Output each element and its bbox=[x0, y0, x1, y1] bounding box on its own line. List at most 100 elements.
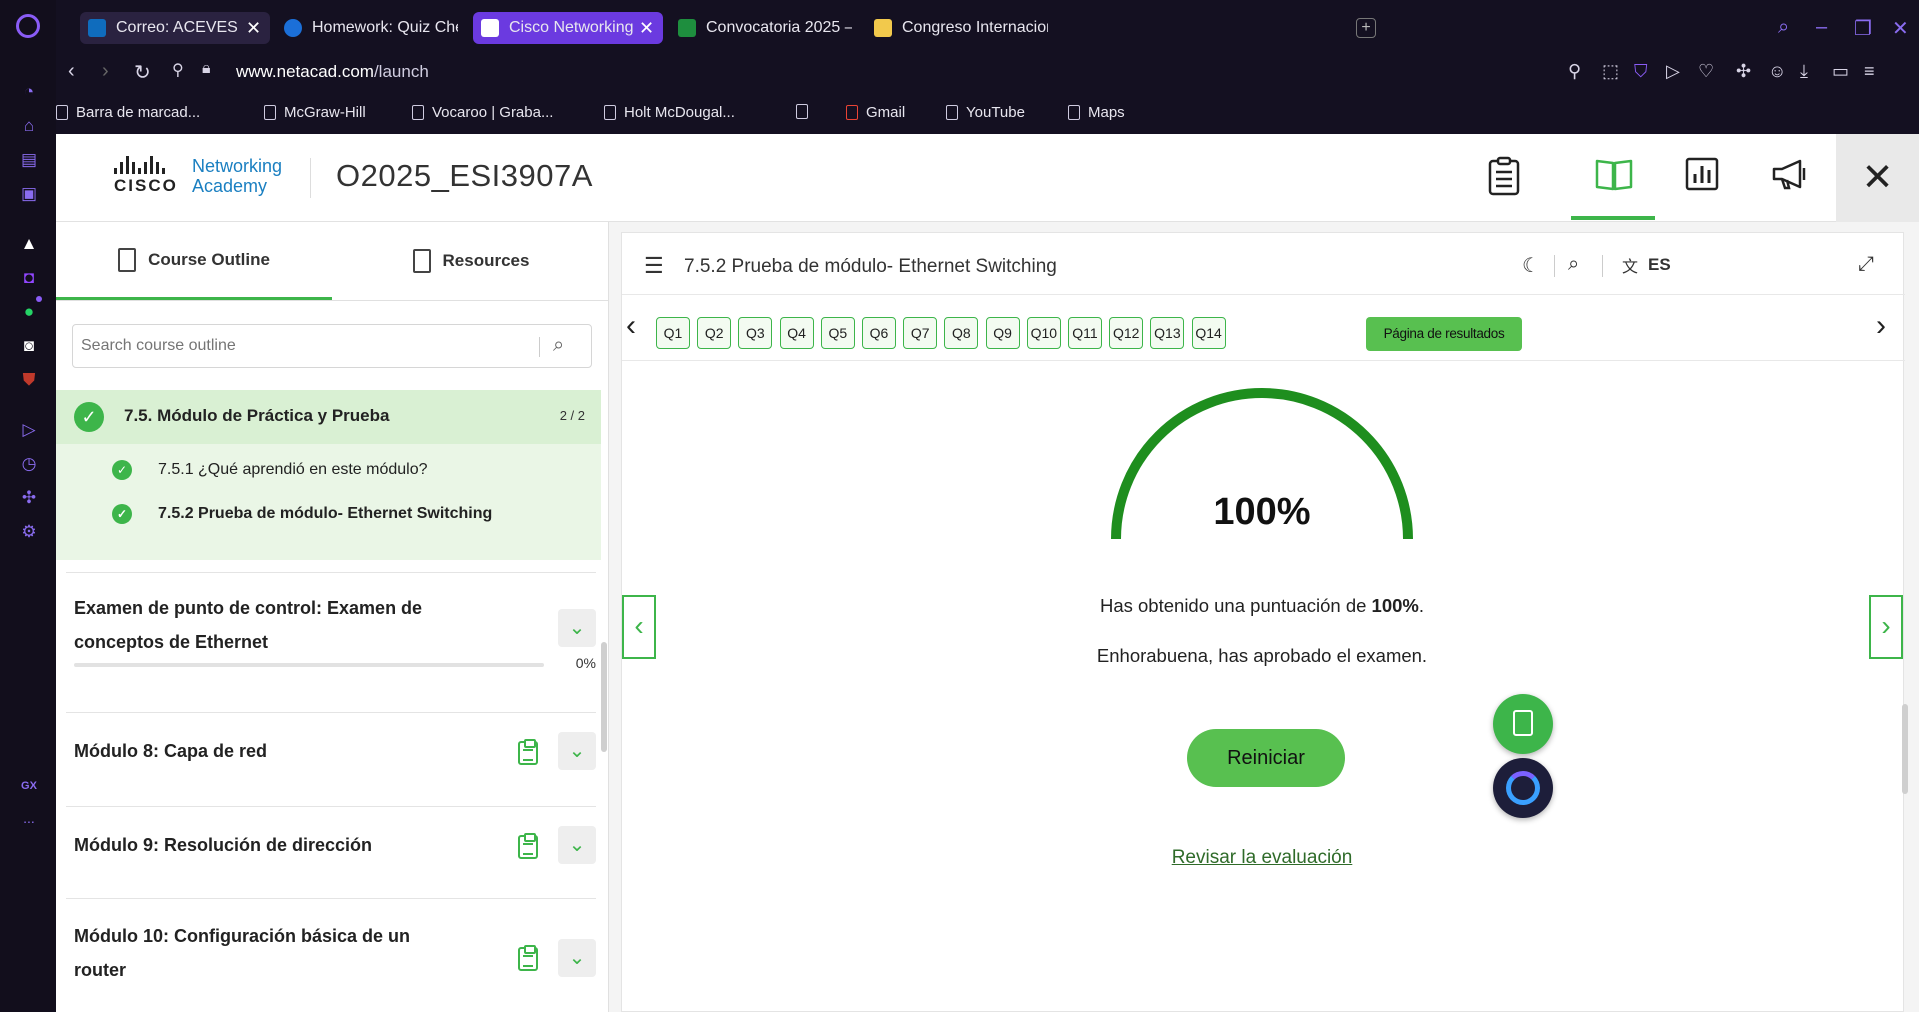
question-button[interactable]: Q1 bbox=[656, 317, 690, 349]
bookmark-blank[interactable] bbox=[796, 104, 816, 119]
outline-scrollbar[interactable] bbox=[601, 642, 607, 752]
question-button[interactable]: Q4 bbox=[779, 317, 814, 349]
question-button[interactable]: Q5 bbox=[820, 317, 855, 349]
search-outline-box[interactable]: ⌕ bbox=[72, 324, 592, 368]
ublock-icon[interactable]: ⛊ bbox=[19, 370, 39, 390]
more-icon[interactable]: ... bbox=[19, 808, 39, 828]
question-button[interactable]: Q14 bbox=[1191, 317, 1226, 349]
tab-outlook[interactable]: Correo: ACEVES SOLIS ✕ bbox=[80, 12, 270, 44]
player-icon[interactable]: ▷ bbox=[19, 420, 39, 440]
history-icon[interactable]: ◷ bbox=[19, 454, 39, 474]
review-assessment-link[interactable]: Revisar la evaluación bbox=[1052, 847, 1472, 869]
forward-icon[interactable]: › bbox=[102, 60, 109, 83]
bookmark-mcgraw[interactable]: McGraw-Hill bbox=[264, 104, 366, 121]
search-icon[interactable]: ⌕ bbox=[553, 334, 564, 357]
opera-gx-logo-icon[interactable] bbox=[16, 14, 40, 38]
tab-congreso[interactable]: Congreso Internacional de bbox=[866, 12, 1056, 44]
book-icon[interactable] bbox=[1594, 156, 1634, 200]
settings-gear-icon[interactable]: ⚙ bbox=[19, 522, 39, 542]
heart-icon[interactable]: ♡ bbox=[1698, 61, 1714, 82]
search-tabs-icon[interactable]: ⌕ bbox=[1778, 16, 1789, 39]
collapse-menu-icon[interactable]: ☰ bbox=[644, 253, 664, 279]
close-tab-icon[interactable]: ✕ bbox=[246, 18, 261, 39]
bookmark-vocaroo[interactable]: Vocaroo | Graba... bbox=[412, 104, 553, 121]
send-icon[interactable]: ▷ bbox=[1666, 61, 1680, 82]
extensions-icon[interactable]: ✣ bbox=[19, 488, 39, 508]
minimize-icon[interactable]: – bbox=[1816, 16, 1827, 39]
lock-icon[interactable]: 🔒︎ bbox=[202, 60, 211, 78]
url-field[interactable]: www.netacad.com/launch bbox=[236, 62, 429, 82]
outline-item-module-9[interactable]: Módulo 9: Resolución de dirección ⌄ bbox=[66, 806, 596, 882]
page-scrollbar[interactable] bbox=[1902, 704, 1908, 794]
screenshot-icon[interactable]: ⬚ bbox=[1602, 61, 1619, 82]
outline-item-module-8[interactable]: Módulo 8: Capa de red ⌄ bbox=[66, 712, 596, 788]
gx-corner-icon[interactable]: ⌂ bbox=[19, 116, 39, 136]
new-tab-button[interactable]: + bbox=[1356, 18, 1376, 38]
tab-cisco[interactable]: Cisco Networking Ac ✕ bbox=[473, 12, 663, 44]
outline-subitem-active[interactable]: ✓ 7.5.2 Prueba de módulo- Ethernet Switc… bbox=[112, 504, 492, 524]
results-page-button[interactable]: Página de resultados bbox=[1366, 317, 1522, 351]
site-settings-icon[interactable]: ⚲ bbox=[172, 60, 184, 80]
reload-icon[interactable]: ↻ bbox=[134, 60, 151, 85]
tab-course-outline[interactable]: Course Outline bbox=[56, 222, 332, 300]
grades-chart-icon[interactable] bbox=[1682, 156, 1722, 200]
vpn-shield-icon[interactable]: ⛉ bbox=[1634, 61, 1648, 82]
tab-homework[interactable]: Homework: Quiz Check P bbox=[276, 12, 466, 44]
mcgraw-icon[interactable]: ▣ bbox=[19, 184, 39, 204]
question-button[interactable]: Q10 bbox=[1026, 317, 1061, 349]
question-button[interactable]: Q3 bbox=[738, 317, 773, 349]
outline-item-module-10[interactable]: Módulo 10: Configuración básica de un ro… bbox=[66, 898, 596, 1012]
back-icon[interactable]: ‹ bbox=[68, 60, 75, 83]
current-module-header[interactable]: ✓ 7.5. Módulo de Práctica y Prueba 2 / 2 bbox=[56, 390, 601, 444]
bookmark-maps[interactable]: Maps bbox=[1068, 104, 1125, 121]
dark-mode-moon-icon[interactable]: ☾ bbox=[1522, 253, 1540, 278]
bookmark-gmail[interactable]: Gmail bbox=[846, 104, 905, 121]
previous-page-arrow-icon[interactable]: ‹ bbox=[622, 595, 656, 659]
question-button[interactable]: Q12 bbox=[1109, 317, 1144, 349]
bookmark-youtube[interactable]: YouTube bbox=[946, 104, 1025, 121]
bookmark-holt[interactable]: Holt McDougal... bbox=[604, 104, 735, 121]
next-page-arrow-icon[interactable]: › bbox=[1869, 595, 1903, 659]
question-button[interactable]: Q13 bbox=[1150, 317, 1185, 349]
chevron-down-icon[interactable]: ⌄ bbox=[558, 609, 596, 647]
webex-beta-button[interactable] bbox=[1493, 758, 1553, 818]
language-selector[interactable]: ES bbox=[1648, 255, 1671, 275]
translate-icon[interactable]: 文 bbox=[1622, 253, 1638, 277]
close-tab-icon[interactable]: ✕ bbox=[639, 18, 654, 39]
window-close-icon[interactable]: ✕ bbox=[1892, 16, 1909, 41]
aria-ai-icon[interactable]: ▲ bbox=[19, 234, 39, 254]
discord-icon[interactable]: ◙ bbox=[19, 336, 39, 356]
clipboard-icon[interactable] bbox=[1484, 156, 1524, 200]
download-icon[interactable]: ⤓ bbox=[1800, 61, 1808, 82]
twitch-icon[interactable]: ◘ bbox=[19, 268, 39, 288]
battery-icon[interactable]: ▭ bbox=[1832, 61, 1849, 82]
floating-clipboard-button[interactable] bbox=[1493, 694, 1553, 754]
news-icon[interactable]: ▤ bbox=[19, 150, 39, 170]
cisco-logo[interactable]: CISCO bbox=[114, 156, 176, 196]
gx-label[interactable]: GX bbox=[19, 776, 39, 796]
tab-convocatoria[interactable]: Convocatoria 2025 – Con bbox=[670, 12, 860, 44]
question-button[interactable]: Q2 bbox=[697, 317, 732, 349]
question-button[interactable]: Q6 bbox=[862, 317, 896, 349]
close-course-icon[interactable]: ✕ bbox=[1836, 134, 1919, 222]
bookmark-folder[interactable]: Barra de marcad... bbox=[56, 104, 200, 121]
question-button[interactable]: Q7 bbox=[903, 317, 938, 349]
speed-dial-icon[interactable]: ◔ bbox=[19, 82, 39, 102]
prev-questions-icon[interactable]: ‹ bbox=[626, 309, 636, 343]
menu-icon[interactable]: ≡ bbox=[1864, 61, 1875, 82]
question-button[interactable]: Q8 bbox=[944, 317, 979, 349]
chevron-down-icon[interactable]: ⌄ bbox=[558, 939, 596, 977]
extensions-puzzle-icon[interactable]: ✣ bbox=[1736, 61, 1751, 82]
announcements-megaphone-icon[interactable] bbox=[1770, 156, 1810, 200]
question-button[interactable]: Q11 bbox=[1068, 317, 1102, 349]
tab-resources[interactable]: Resources bbox=[333, 222, 609, 300]
pin-icon[interactable]: ⚲ bbox=[1568, 61, 1581, 82]
outline-item-checkpoint-exam[interactable]: Examen de punto de control: Examen de co… bbox=[66, 572, 596, 684]
profile-icon[interactable]: ☺ bbox=[1768, 61, 1786, 82]
search-outline-input[interactable] bbox=[81, 337, 521, 355]
next-questions-icon[interactable]: › bbox=[1876, 309, 1886, 343]
maximize-icon[interactable]: ❐ bbox=[1854, 16, 1872, 41]
expand-icon[interactable]: ⤢ bbox=[1858, 253, 1874, 276]
chevron-down-icon[interactable]: ⌄ bbox=[558, 826, 596, 864]
search-icon[interactable]: ⌕ bbox=[1568, 253, 1579, 276]
